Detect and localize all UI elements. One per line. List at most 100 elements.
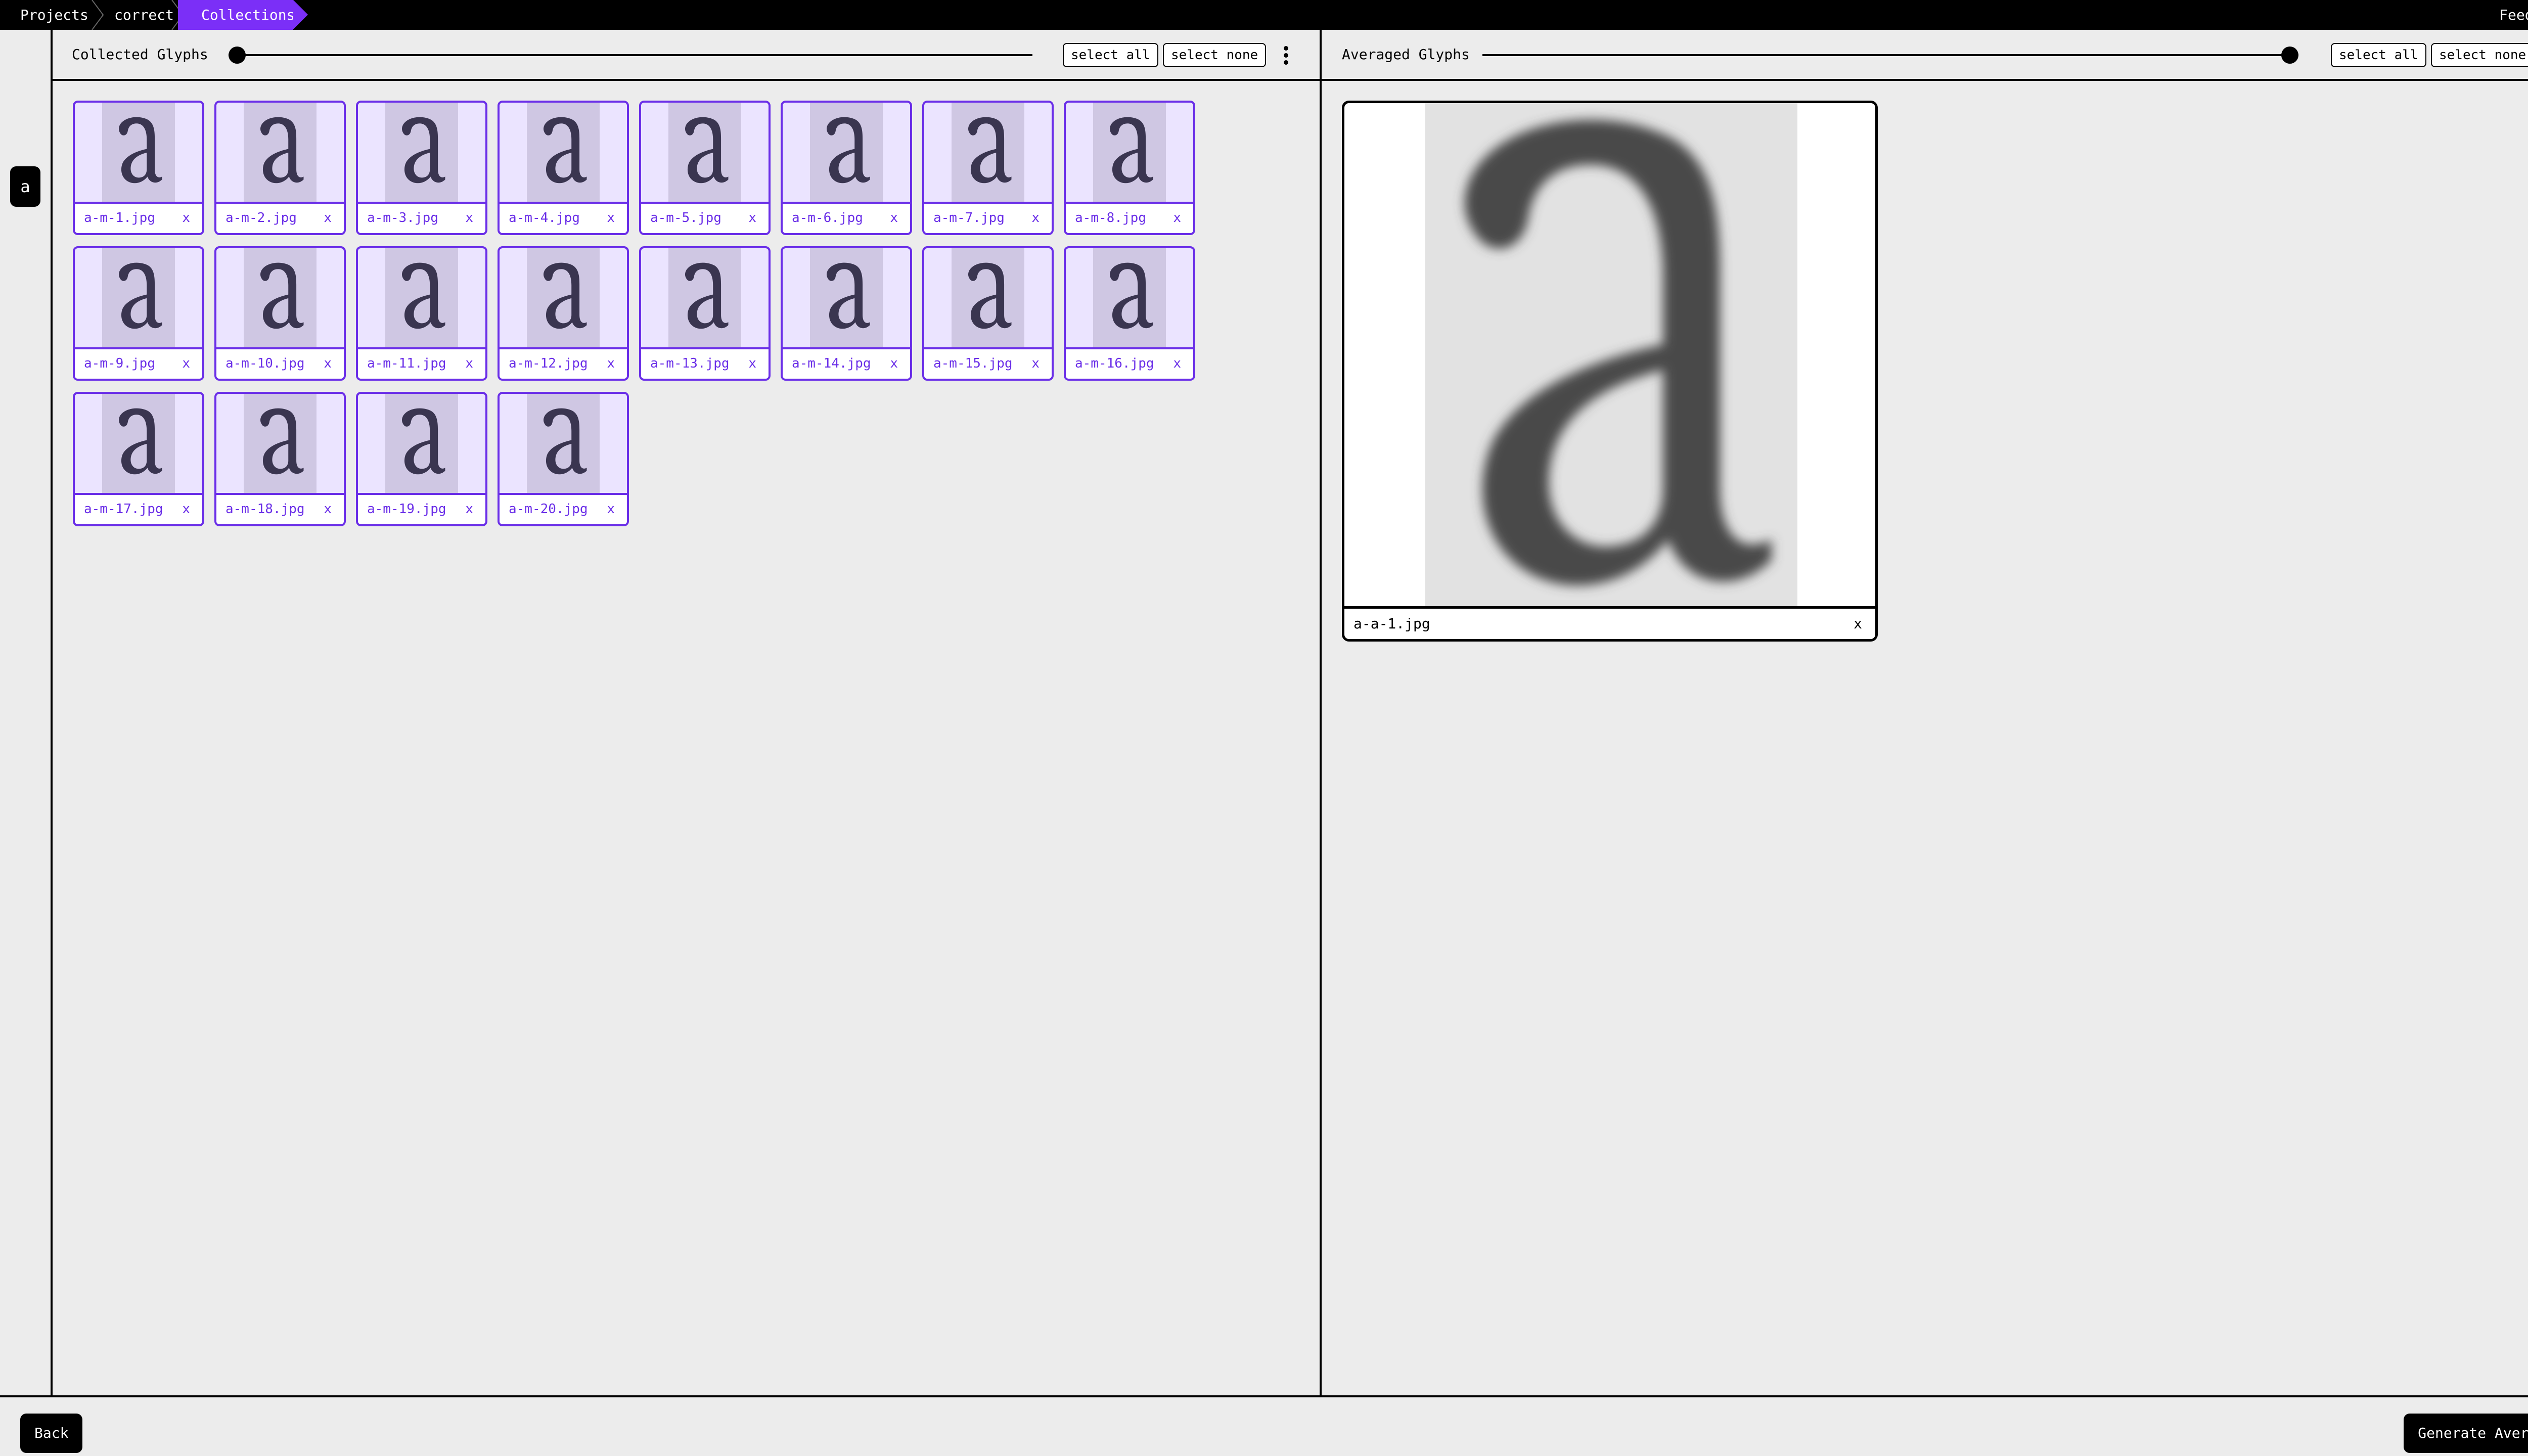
remove-glyph-button[interactable]: x xyxy=(465,204,473,232)
glyph-card[interactable]: a-m-8.jpg x xyxy=(1064,101,1195,235)
glyph-filename: a-m-3.jpg xyxy=(367,210,438,225)
glyph-image xyxy=(527,248,600,347)
glyph-card[interactable]: a-m-18.jpg x xyxy=(214,392,346,526)
collected-select-all-button[interactable]: select all xyxy=(1063,43,1158,67)
remove-glyph-button[interactable]: x xyxy=(324,204,332,232)
glyph-filename: a-m-1.jpg xyxy=(84,210,155,225)
glyph-card-footer: a-m-12.jpg x xyxy=(500,347,627,379)
glyph-filename: a-m-13.jpg xyxy=(650,356,730,371)
glyph-card-footer: a-m-20.jpg x xyxy=(500,493,627,524)
remove-glyph-button[interactable]: x xyxy=(890,204,898,232)
remove-glyph-button[interactable]: x xyxy=(1031,349,1040,378)
glyph-card[interactable]: a-m-12.jpg x xyxy=(498,246,629,381)
glyph-image xyxy=(385,394,458,493)
generate-average-button[interactable]: Generate Average xyxy=(2404,1414,2528,1453)
glyph-card[interactable]: a-m-5.jpg x xyxy=(639,101,771,235)
glyph-image xyxy=(952,248,1024,347)
averaged-glyph-card[interactable]: a-a-1.jpg x xyxy=(1342,101,1878,642)
remove-glyph-button[interactable]: x xyxy=(1173,349,1181,378)
glyph-card-footer: a-m-8.jpg x xyxy=(1066,202,1193,233)
glyph-card[interactable]: a-m-2.jpg x xyxy=(214,101,346,235)
glyph-filename: a-m-16.jpg xyxy=(1075,356,1154,371)
glyph-filename: a-m-2.jpg xyxy=(225,210,297,225)
glyph-card[interactable]: a-m-19.jpg x xyxy=(356,392,487,526)
glyph-filename: a-m-11.jpg xyxy=(367,356,446,371)
glyph-card-footer: a-m-13.jpg x xyxy=(641,347,769,379)
glyph-filename: a-m-20.jpg xyxy=(509,502,588,517)
breadcrumb-projects[interactable]: Projects xyxy=(20,0,88,30)
remove-glyph-button[interactable]: x xyxy=(465,349,473,378)
glyph-card[interactable]: a-m-7.jpg x xyxy=(922,101,1054,235)
glyph-image xyxy=(668,103,741,202)
glyph-card[interactable]: a-m-10.jpg x xyxy=(214,246,346,381)
slider-handle[interactable] xyxy=(2281,47,2298,64)
glyph-filename: a-m-19.jpg xyxy=(367,502,446,517)
glyph-card-footer: a-m-4.jpg x xyxy=(500,202,627,233)
remove-glyph-button[interactable]: x xyxy=(324,349,332,378)
top-bar: Projects correct Collections Feedback xyxy=(0,0,2528,30)
glyph-image xyxy=(810,248,883,347)
remove-glyph-button[interactable]: x xyxy=(1173,204,1181,232)
glyph-card[interactable]: a-m-13.jpg x xyxy=(639,246,771,381)
glyph-image xyxy=(385,103,458,202)
glyph-card-footer: a-m-7.jpg x xyxy=(924,202,1052,233)
glyph-card[interactable]: a-m-4.jpg x xyxy=(498,101,629,235)
glyph-filename: a-m-6.jpg xyxy=(792,210,863,225)
feedback-link[interactable]: Feedback xyxy=(2499,0,2528,30)
breadcrumb-correct[interactable]: correct xyxy=(114,0,174,30)
glyph-image xyxy=(952,103,1024,202)
glyph-image xyxy=(102,103,175,202)
slider-handle[interactable] xyxy=(229,47,246,64)
glyph-card-footer: a-m-2.jpg x xyxy=(216,202,344,233)
breadcrumb-collections[interactable]: Collections xyxy=(178,0,308,30)
glyph-image xyxy=(1093,248,1166,347)
back-button[interactable]: Back xyxy=(20,1414,83,1453)
averaged-card-footer: a-a-1.jpg x xyxy=(1344,606,1875,639)
glyph-card-footer: a-m-11.jpg x xyxy=(358,347,485,379)
averaged-select-none-button[interactable]: select none xyxy=(2431,43,2528,67)
remove-glyph-button[interactable]: x xyxy=(607,204,615,232)
glyph-filename: a-m-7.jpg xyxy=(933,210,1005,225)
remove-glyph-button[interactable]: x xyxy=(607,495,615,523)
more-vertical-icon[interactable] xyxy=(1278,43,1293,67)
bottom-bar: Back Generate Average xyxy=(0,1395,2528,1456)
glyph-image xyxy=(102,394,175,493)
glyph-image xyxy=(244,248,317,347)
glyph-card[interactable]: a-m-1.jpg x xyxy=(73,101,204,235)
glyph-card[interactable]: a-m-15.jpg x xyxy=(922,246,1054,381)
glyph-card[interactable]: a-m-9.jpg x xyxy=(73,246,204,381)
averaged-select-all-button[interactable]: select all xyxy=(2331,43,2426,67)
remove-glyph-button[interactable]: x xyxy=(324,495,332,523)
glyph-image xyxy=(244,394,317,493)
glyph-card[interactable]: a-m-16.jpg x xyxy=(1064,246,1195,381)
remove-glyph-button[interactable]: x xyxy=(890,349,898,378)
glyph-card-footer: a-m-10.jpg x xyxy=(216,347,344,379)
glyph-filename: a-m-5.jpg xyxy=(650,210,721,225)
glyph-filename: a-m-8.jpg xyxy=(1075,210,1146,225)
glyph-image xyxy=(527,394,600,493)
remove-glyph-button[interactable]: x xyxy=(748,349,756,378)
glyph-card[interactable]: a-m-20.jpg x xyxy=(498,392,629,526)
remove-glyph-button[interactable]: x xyxy=(182,349,190,378)
glyph-card[interactable]: a-m-3.jpg x xyxy=(356,101,487,235)
glyph-card[interactable]: a-m-11.jpg x xyxy=(356,246,487,381)
glyph-filename: a-m-9.jpg xyxy=(84,356,155,371)
glyph-card[interactable]: a-m-14.jpg x xyxy=(781,246,912,381)
glyph-rail: a xyxy=(0,30,53,1395)
remove-glyph-button[interactable]: x xyxy=(465,495,473,523)
glyph-card[interactable]: a-m-17.jpg x xyxy=(73,392,204,526)
collected-select-none-button[interactable]: select none xyxy=(1163,43,1267,67)
glyph-card[interactable]: a-m-6.jpg x xyxy=(781,101,912,235)
breadcrumb-separator-icon xyxy=(90,0,105,30)
remove-glyph-button[interactable]: x xyxy=(607,349,615,378)
collected-size-slider[interactable] xyxy=(229,47,1032,64)
glyph-image xyxy=(244,103,317,202)
remove-glyph-button[interactable]: x xyxy=(182,495,190,523)
glyph-filename: a-m-4.jpg xyxy=(509,210,580,225)
remove-glyph-button[interactable]: x xyxy=(1031,204,1040,232)
remove-glyph-button[interactable]: x xyxy=(182,204,190,232)
remove-glyph-button[interactable]: x xyxy=(1854,609,1862,639)
remove-glyph-button[interactable]: x xyxy=(748,204,756,232)
averaged-size-slider[interactable] xyxy=(1482,47,2298,64)
glyph-chip-a[interactable]: a xyxy=(10,166,40,207)
